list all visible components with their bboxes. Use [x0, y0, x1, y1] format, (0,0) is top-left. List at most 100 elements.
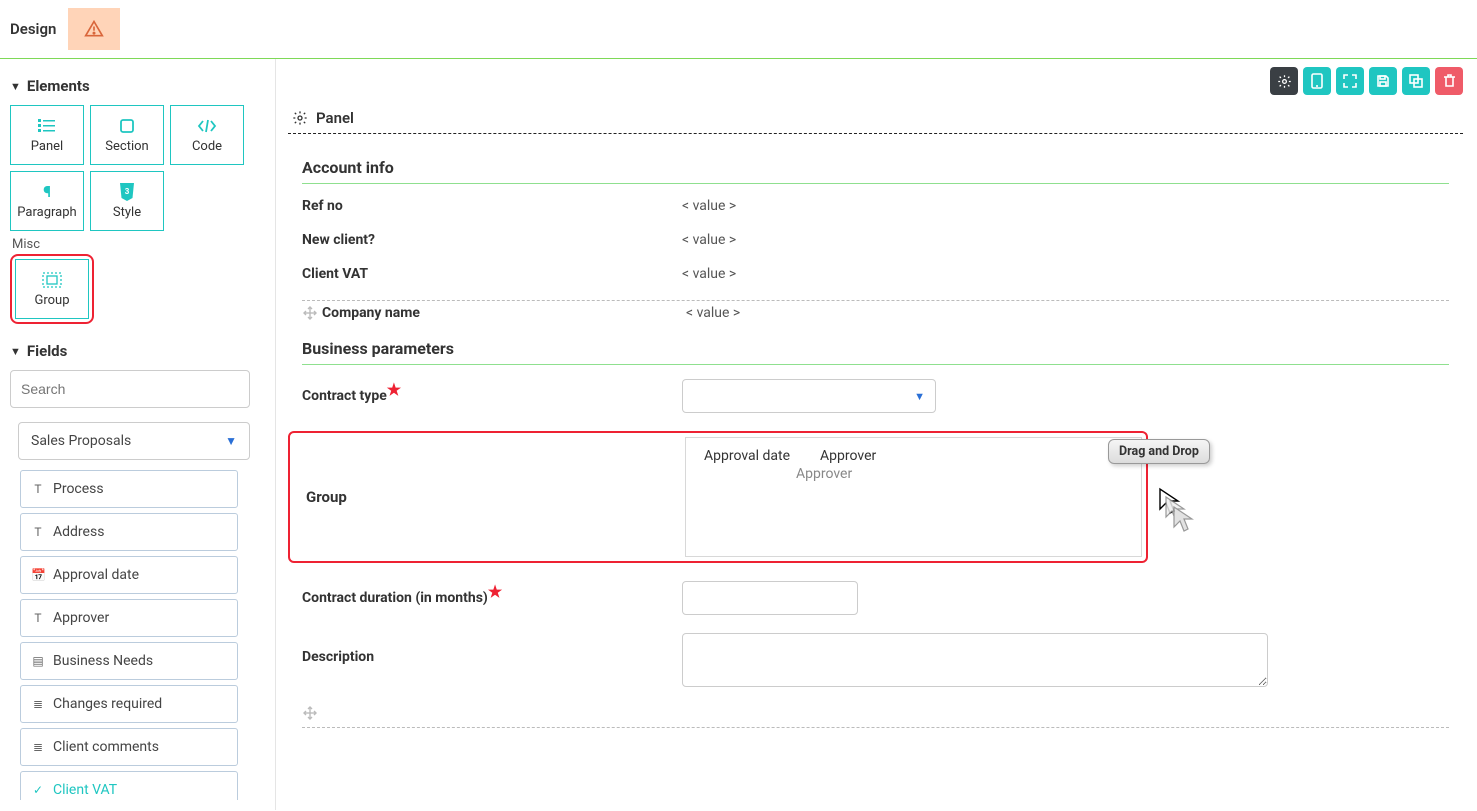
paragraph-icon: ¶	[43, 183, 51, 201]
business-params-heading: Business parameters	[302, 329, 1449, 365]
field-label: Changes required	[53, 696, 162, 712]
tile-label: Group	[34, 293, 69, 308]
field-value-placeholder: < value >	[682, 198, 736, 214]
group-tile-highlight: Group	[10, 254, 94, 324]
field-label: Approver	[53, 610, 109, 626]
mobile-preview-button[interactable]	[1303, 67, 1331, 95]
settings-button[interactable]	[1270, 67, 1298, 95]
design-tab[interactable]: Design	[10, 20, 56, 38]
tile-panel[interactable]: Panel	[10, 105, 84, 165]
group-drop-zone[interactable]: Group Approval date Approver Approver	[288, 431, 1148, 563]
panel-title: Panel	[316, 109, 354, 127]
tile-paragraph[interactable]: ¶ Paragraph	[10, 171, 84, 231]
chevron-down-icon: ▼	[914, 390, 925, 403]
fields-source-dropdown[interactable]: Sales Proposals ▼	[18, 422, 250, 460]
warning-button[interactable]	[68, 8, 120, 50]
design-canvas: Panel Account info Ref no < value > New …	[275, 59, 1477, 810]
field-label: Contract type★	[302, 388, 682, 404]
field-label: Contract duration (in months)★	[302, 590, 682, 606]
cursor-ghost-icon	[1158, 487, 1206, 539]
field-value-placeholder: < value >	[682, 266, 736, 282]
mobile-icon	[1311, 73, 1323, 89]
field-item-business-needs[interactable]: ▤Business Needs	[20, 642, 238, 680]
move-handle-icon[interactable]	[302, 705, 318, 721]
group-icon	[42, 271, 62, 289]
description-textarea[interactable]	[682, 633, 1268, 687]
field-label: Company name	[322, 305, 686, 321]
field-label: Approval date	[53, 567, 139, 583]
field-item-changes-required[interactable]: ≣Changes required	[20, 685, 238, 723]
tile-label: Style	[113, 205, 141, 220]
field-item-approval-date[interactable]: 📅 Approval date	[20, 556, 238, 594]
contract-type-select[interactable]: ▼	[682, 379, 936, 413]
field-label: Process	[53, 481, 104, 497]
code-icon	[197, 117, 217, 135]
required-star-icon: ★	[488, 582, 502, 601]
dropdown-selected: Sales Proposals	[31, 433, 131, 449]
tile-label: Panel	[31, 139, 63, 154]
tile-label: Section	[105, 139, 148, 154]
field-row-company-name[interactable]: Company name < value >	[302, 300, 1449, 321]
expand-icon	[1343, 74, 1357, 88]
field-row-contract-duration[interactable]: Contract duration (in months)★	[302, 581, 1449, 615]
square-icon	[119, 117, 135, 135]
field-row-ref-no[interactable]: Ref no < value >	[302, 198, 1449, 214]
gear-icon	[1277, 74, 1292, 89]
tile-label: Code	[192, 139, 222, 154]
field-label: Business Needs	[53, 653, 153, 669]
field-row-client-vat[interactable]: Client VAT < value >	[302, 266, 1449, 282]
canvas-toolbar	[288, 67, 1463, 95]
fields-header[interactable]: ▼ Fields	[10, 342, 261, 360]
required-star-icon: ★	[387, 380, 401, 399]
field-row-contract-type[interactable]: Contract type★ ▼	[302, 379, 1449, 413]
elements-header[interactable]: ▼ Elements	[10, 77, 261, 95]
field-label: Client comments	[53, 739, 159, 755]
field-row-new-client[interactable]: New client? < value >	[302, 232, 1449, 248]
field-item-client-vat[interactable]: ✓ Client VAT	[20, 771, 238, 800]
delete-button[interactable]	[1435, 67, 1463, 95]
group-col-approval-date: Approval date	[704, 448, 790, 464]
list-type-icon: ≣	[31, 740, 45, 754]
field-value-placeholder: < value >	[686, 305, 740, 321]
main-layout: ▼ Elements Panel Section	[0, 59, 1477, 810]
check-type-icon: ✓	[31, 783, 45, 797]
elements-header-label: Elements	[27, 77, 90, 95]
tile-code[interactable]: Code	[170, 105, 244, 165]
group-dragging-field: Approver	[796, 466, 1131, 482]
text-type-icon: T	[31, 482, 45, 496]
account-info-heading: Account info	[302, 148, 1449, 184]
svg-text:3: 3	[125, 187, 130, 196]
field-item-address[interactable]: T Address	[20, 513, 238, 551]
group-drop-target[interactable]: Approval date Approver Approver	[686, 437, 1142, 557]
tile-style[interactable]: 3 Style	[90, 171, 164, 231]
field-label: Address	[53, 524, 104, 540]
field-item-approver[interactable]: T Approver	[20, 599, 238, 637]
tile-label: Paragraph	[17, 205, 76, 220]
field-label: Client VAT	[302, 266, 682, 282]
fullscreen-button[interactable]	[1336, 67, 1364, 95]
field-label: Client VAT	[53, 782, 117, 798]
chevron-down-icon: ▼	[225, 434, 237, 448]
list-icon	[38, 117, 56, 135]
misc-label: Misc	[12, 237, 261, 252]
tile-section[interactable]: Section	[90, 105, 164, 165]
contract-duration-input[interactable]	[682, 581, 858, 615]
move-handle-icon[interactable]	[302, 305, 318, 321]
tile-group[interactable]: Group	[15, 259, 89, 319]
field-item-client-comments[interactable]: ≣ Client comments	[20, 728, 238, 766]
fields-search-input[interactable]	[10, 370, 250, 408]
chevron-down-icon: ▼	[10, 80, 21, 93]
date-type-icon: 📅	[31, 568, 45, 582]
text-type-icon: T	[31, 611, 45, 625]
field-row-description[interactable]: Description	[302, 633, 1449, 687]
sidebar: ▼ Elements Panel Section	[0, 59, 275, 810]
field-label: Ref no	[302, 198, 682, 214]
panel-header[interactable]: Panel	[288, 103, 1463, 134]
fields-header-label: Fields	[27, 342, 67, 360]
field-item-process[interactable]: T Process	[20, 470, 238, 508]
copy-button[interactable]	[1402, 67, 1430, 95]
text-type-icon: T	[31, 525, 45, 539]
warning-icon	[84, 19, 104, 39]
row-insert-handle[interactable]	[302, 705, 1449, 728]
save-button[interactable]	[1369, 67, 1397, 95]
